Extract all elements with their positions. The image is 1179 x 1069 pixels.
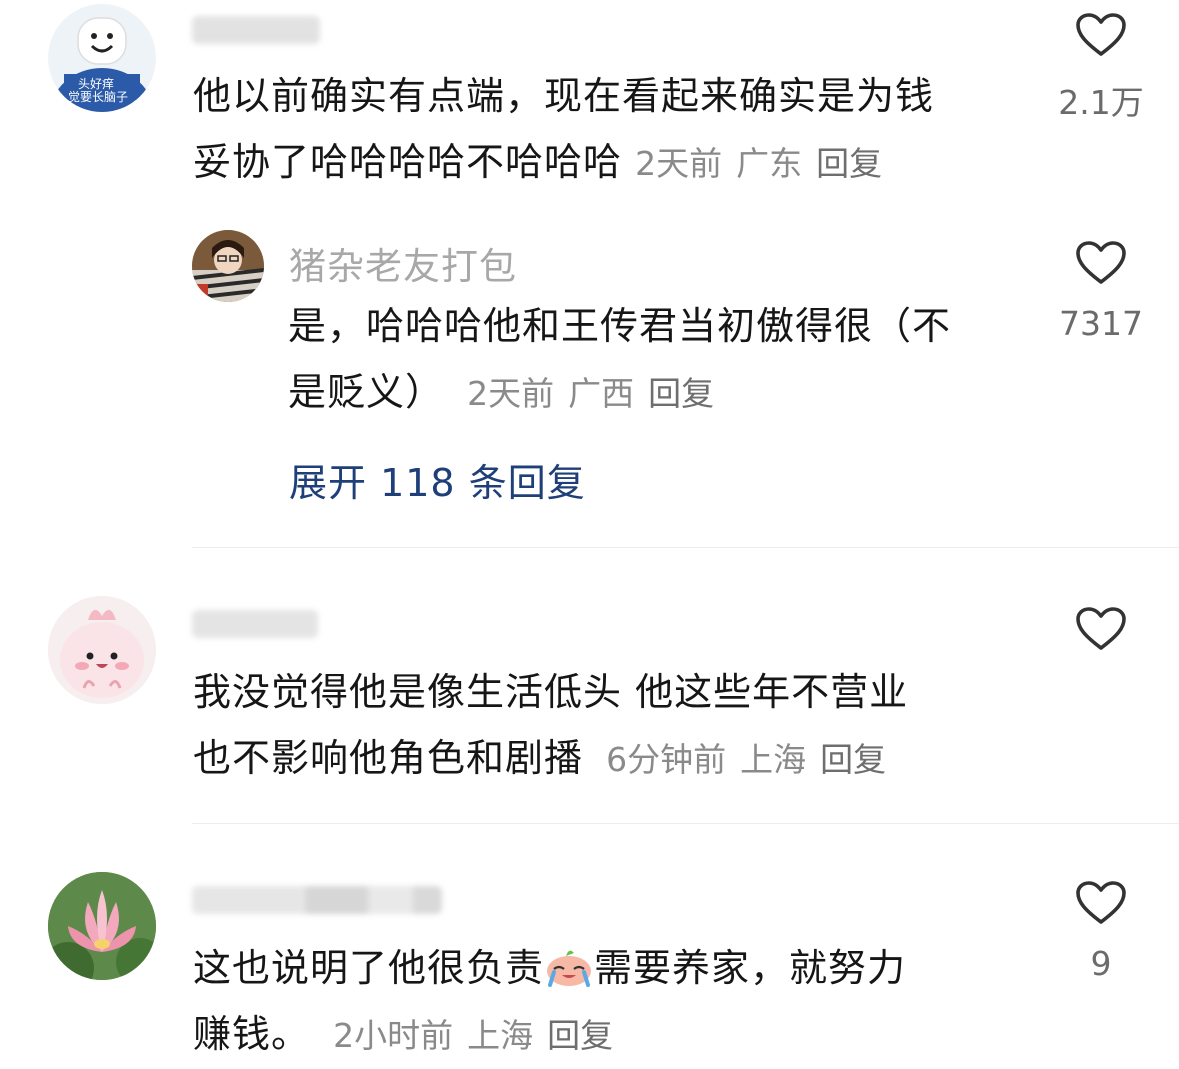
comment-text: 这也说明了他很负责 需要养家，就努力 赚钱。 2小时前 上海 回复: [193, 935, 1023, 1069]
comment-text-line: 妥协了哈哈哈哈不哈哈哈: [193, 140, 623, 184]
like-count: 9: [1090, 944, 1112, 983]
username-blurred[interactable]: [192, 16, 320, 44]
comment-text-line: 赚钱。: [193, 1012, 311, 1056]
reply-button[interactable]: 回复: [820, 740, 886, 779]
comment-text-line: 需要养家，就努力: [594, 946, 907, 990]
divider: [192, 547, 1179, 548]
comment-text: 是，哈哈哈他和王传君当初傲得很（不 是贬义） 2天前 广西 回复: [288, 293, 1028, 427]
comment-time: 2天前: [467, 374, 555, 413]
comment-location: 上海: [467, 1016, 534, 1055]
avatar-caption: 觉要长脑子: [68, 90, 129, 104]
heart-outline-icon: [1076, 241, 1126, 284]
username-blurred[interactable]: [192, 886, 442, 914]
expand-replies-link[interactable]: 展开 118 条回复: [289, 452, 586, 507]
comment-location: 广东: [736, 144, 803, 183]
like-count: 2.1万: [1058, 83, 1144, 122]
divider: [192, 823, 1179, 824]
reply-button[interactable]: 回复: [648, 374, 714, 413]
like-button[interactable]: [1056, 606, 1146, 652]
comment-text-line: 也不影响他角色和剧播: [193, 736, 584, 780]
crying-face-emoji: [547, 950, 592, 987]
avatar[interactable]: [192, 230, 264, 302]
comment-text-line: 我没觉得他是像生活低头 他这些年不营业: [193, 670, 909, 714]
comment-location: 广西: [568, 374, 635, 413]
comment-time: 2小时前: [333, 1016, 454, 1055]
comment-text-line: 他以前确实有点端，现在看起来确实是为钱: [193, 74, 935, 118]
like-button[interactable]: 2.1万: [1056, 12, 1146, 124]
avatar[interactable]: 头好痒 觉要长脑子: [48, 4, 156, 112]
like-count: 7317: [1059, 304, 1143, 343]
comment-text: 他以前确实有点端，现在看起来确实是为钱 妥协了哈哈哈哈不哈哈哈 2天前 广东 回复: [193, 63, 1023, 197]
reply-button[interactable]: 回复: [547, 1016, 613, 1055]
comment-text-line: 是贬义）: [288, 370, 445, 414]
comment-location: 上海: [740, 740, 807, 779]
reply-button[interactable]: 回复: [816, 144, 882, 183]
username[interactable]: 猪杂老友打包: [289, 236, 517, 290]
comment-time: 2天前: [635, 144, 723, 183]
comment-time: 6分钟前: [606, 740, 727, 779]
like-button[interactable]: 7317: [1056, 240, 1146, 343]
comment-text-line: 是，哈哈哈他和王传君当初傲得很（不: [288, 304, 952, 348]
avatar[interactable]: [48, 872, 156, 980]
heart-outline-icon: [1076, 607, 1126, 650]
like-button[interactable]: 9: [1056, 880, 1146, 983]
heart-outline-icon: [1076, 881, 1126, 924]
comment-text-line: 这也说明了他很负责: [193, 946, 545, 990]
comment-text: 我没觉得他是像生活低头 他这些年不营业 也不影响他角色和剧播 6分钟前 上海 回复: [193, 659, 1023, 793]
username-blurred[interactable]: [192, 610, 318, 638]
avatar[interactable]: [48, 596, 156, 704]
heart-outline-icon: [1076, 13, 1126, 56]
